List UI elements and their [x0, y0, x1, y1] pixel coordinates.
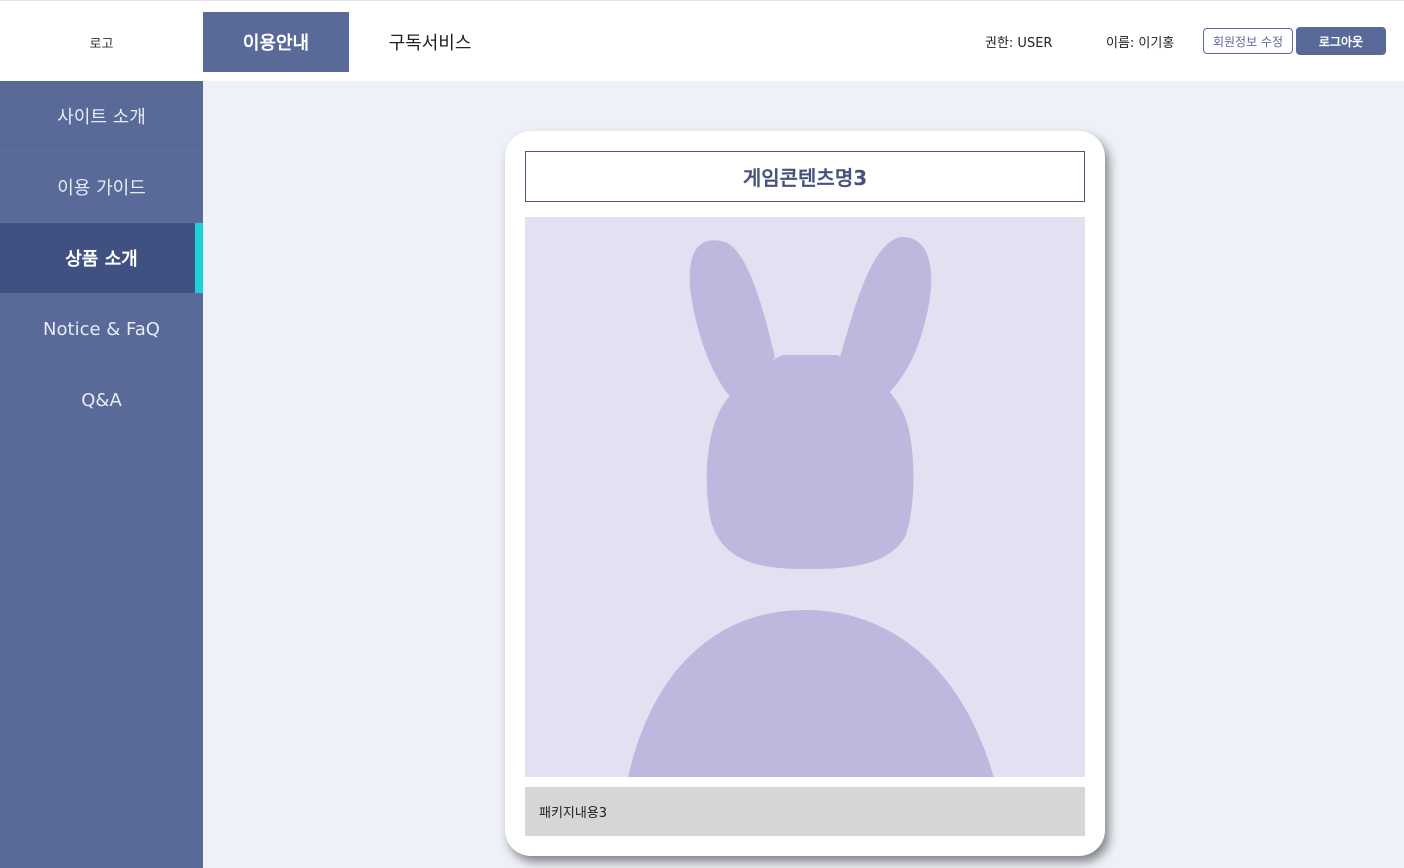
- user-role: 권한: USER: [985, 35, 1053, 51]
- sidebar-item-usage-guide[interactable]: 이용 가이드: [0, 152, 203, 223]
- product-title: 게임콘텐츠명3: [525, 151, 1085, 202]
- sidebar-item-notice-faq[interactable]: Notice & FaQ: [0, 294, 203, 365]
- sidebar-item-products[interactable]: 상품 소개: [0, 223, 203, 294]
- placeholder-rabbit-icon: [628, 236, 994, 777]
- sidebar-item-qna[interactable]: Q&A: [0, 365, 203, 436]
- product-description: 패키지내용3: [525, 787, 1085, 836]
- product-card: 게임콘텐츠명3 패키지내용3: [505, 131, 1105, 856]
- user-name: 이름: 이기홍: [1106, 35, 1175, 51]
- sidebar: 사이트 소개 이용 가이드 상품 소개 Notice & FaQ Q&A: [0, 81, 203, 868]
- nav-tab-subscription[interactable]: 구독서비스: [360, 12, 500, 72]
- nav-tab-guide[interactable]: 이용안내: [203, 12, 349, 72]
- top-header: 로고 이용안내 구독서비스 권한: USER 이름: 이기홍 회원정보 수정 로…: [0, 0, 1404, 81]
- product-image: [525, 217, 1085, 777]
- logo[interactable]: 로고: [0, 2, 203, 82]
- logout-button[interactable]: 로그아웃: [1296, 27, 1386, 55]
- sidebar-item-site-intro[interactable]: 사이트 소개: [0, 81, 203, 152]
- edit-profile-button[interactable]: 회원정보 수정: [1203, 28, 1293, 54]
